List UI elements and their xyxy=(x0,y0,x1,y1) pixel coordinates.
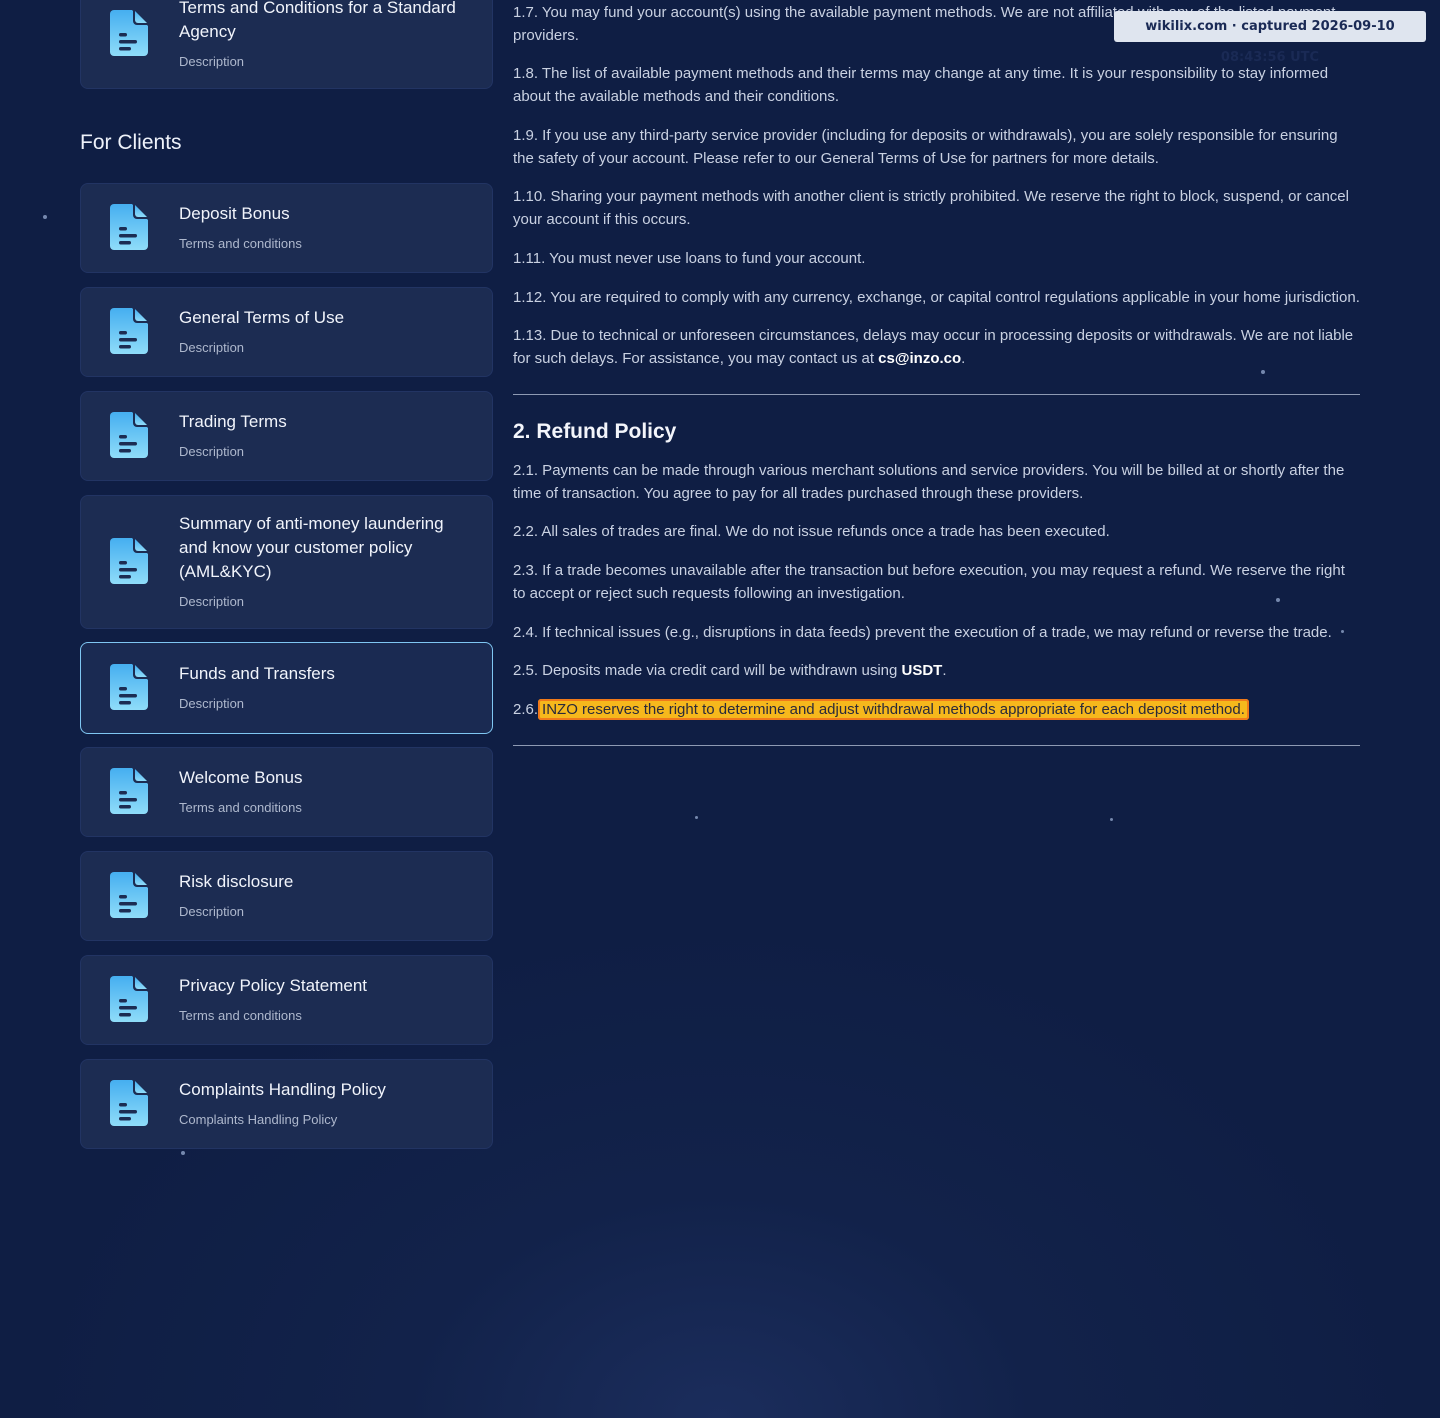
sidebar-item-general-terms[interactable]: General Terms of Use Description xyxy=(80,287,493,377)
card-title: General Terms of Use xyxy=(179,308,345,327)
particle-dot xyxy=(1110,818,1113,821)
document-icon xyxy=(110,204,148,250)
paragraph-end: . xyxy=(961,350,966,367)
card-title: Funds and Transfers xyxy=(179,664,335,683)
card-title: Deposit Bonus xyxy=(179,204,290,223)
card-subtitle: Description xyxy=(179,696,245,711)
divider xyxy=(513,394,1360,395)
paragraph-1-10: 1.10. Sharing your payment methods with … xyxy=(513,188,1349,228)
card-subtitle: Complaints Handling Policy xyxy=(179,1112,338,1127)
particle-dot xyxy=(1261,370,1265,374)
card-subtitle: Description xyxy=(179,54,245,69)
document-icon xyxy=(110,664,148,710)
document-icon xyxy=(110,976,148,1022)
section-heading-for-clients: For Clients xyxy=(80,131,182,154)
paragraph-2-4: 2.4. If technical issues (e.g., disrupti… xyxy=(513,624,1332,641)
usdt-text: USDT xyxy=(901,662,943,679)
sidebar-item-deposit-bonus[interactable]: Deposit Bonus Terms and conditions xyxy=(80,183,493,273)
paragraph-1-12: 1.12. You are required to comply with an… xyxy=(513,289,1360,306)
card-title: Terms and Conditions for a Standard Agen… xyxy=(179,0,456,41)
paragraph-1-13: 1.13. Due to technical or unforeseen cir… xyxy=(513,324,1360,370)
card-subtitle: Description xyxy=(179,594,245,609)
particle-dot xyxy=(695,816,698,819)
card-subtitle: Terms and conditions xyxy=(179,1008,302,1023)
document-icon xyxy=(110,308,148,354)
card-title: Privacy Policy Statement xyxy=(179,976,368,995)
paragraph-2-5: 2.5. Deposits made via credit card will … xyxy=(513,659,1360,682)
card-subtitle: Description xyxy=(179,340,245,355)
card-title: Trading Terms xyxy=(179,412,287,431)
card-title: Summary of anti-money laundering and kno… xyxy=(179,514,444,581)
paragraph-2-6: 2.6. INZO reserves the right to determine… xyxy=(513,698,1360,721)
paragraph-2-2: 2.2. All sales of trades are final. We d… xyxy=(513,523,1110,540)
document-icon xyxy=(110,768,148,814)
card-subtitle: Description xyxy=(179,904,245,919)
sidebar-item-aml-kyc[interactable]: Summary of anti-money laundering and kno… xyxy=(80,495,493,629)
card-subtitle: Description xyxy=(179,444,245,459)
paragraph-2-1: 2.1. Payments can be made through variou… xyxy=(513,462,1345,502)
card-subtitle: Terms and conditions xyxy=(179,236,302,251)
paragraph-1-11: 1.11. You must never use loans to fund y… xyxy=(513,250,866,267)
card-title: Risk disclosure xyxy=(179,872,294,891)
particle-dot xyxy=(1276,598,1280,602)
divider xyxy=(513,745,1360,746)
sidebar-item-risk-disclosure[interactable]: Risk disclosure Description xyxy=(80,851,493,941)
card-title: Complaints Handling Policy xyxy=(179,1080,386,1099)
paragraph-text: 2.5. Deposits made via credit card will … xyxy=(513,662,902,679)
paragraph-end: . xyxy=(942,662,947,679)
paragraph-number: 2.6. xyxy=(513,701,539,718)
sidebar-item-complaints-policy[interactable]: Complaints Handling Policy Complaints Ha… xyxy=(80,1059,493,1149)
support-email-link[interactable]: cs@inzo.co xyxy=(878,350,961,367)
sidebar-item-welcome-bonus[interactable]: Welcome Bonus Terms and conditions xyxy=(80,747,493,837)
paragraph-1-9: 1.9. If you use any third-party service … xyxy=(513,127,1338,167)
highlighted-text: INZO reserves the right to determine and… xyxy=(538,699,1249,720)
refund-policy-heading: 2. Refund Policy xyxy=(513,420,677,443)
paragraph-2-3: 2.3. If a trade becomes unavailable afte… xyxy=(513,562,1345,602)
capture-watermark: wikilix.com · captured 2026-09-10 08:43:… xyxy=(1114,11,1426,65)
sidebar-item-funds-transfers[interactable]: Funds and Transfers Description xyxy=(80,642,493,734)
document-icon xyxy=(110,872,148,918)
document-icon xyxy=(110,10,148,56)
card-title: Welcome Bonus xyxy=(179,768,303,787)
document-icon xyxy=(110,412,148,458)
card-subtitle: Terms and conditions xyxy=(179,800,302,815)
sidebar-card-standard-agency[interactable]: Terms and Conditions for a Standard Agen… xyxy=(80,0,493,89)
particle-dot xyxy=(181,1151,185,1155)
particle-dot xyxy=(43,215,47,219)
particle-dot xyxy=(1341,630,1344,633)
document-icon xyxy=(110,1080,148,1126)
document-icon xyxy=(110,538,148,584)
sidebar-item-privacy-policy[interactable]: Privacy Policy Statement Terms and condi… xyxy=(80,955,493,1045)
sidebar-item-trading-terms[interactable]: Trading Terms Description xyxy=(80,391,493,481)
